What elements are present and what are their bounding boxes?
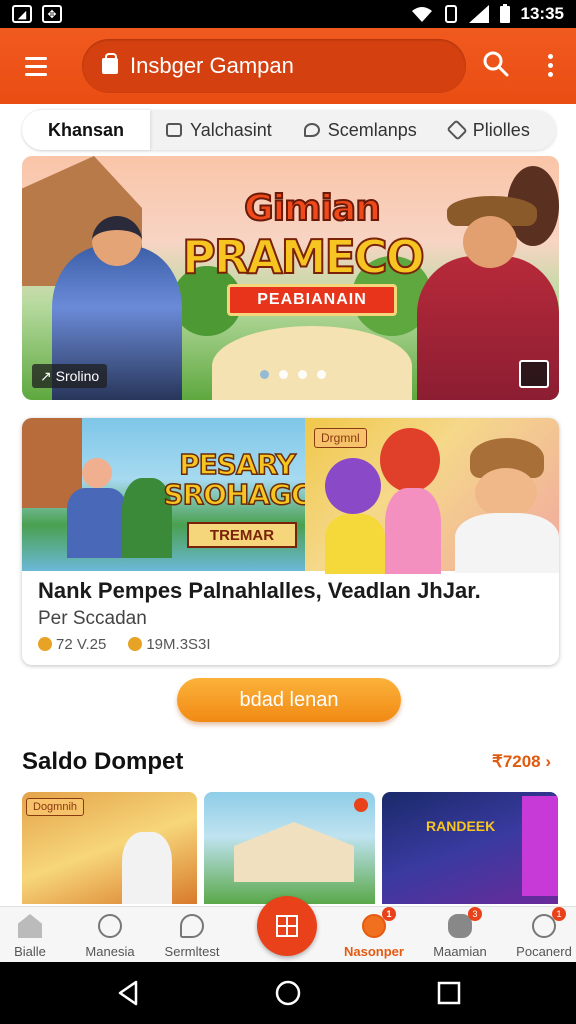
search-icon[interactable] (482, 50, 510, 78)
hero-logo-line2: PRAMECO (181, 229, 426, 285)
promo-art-subtitle: TREMAR (187, 522, 297, 548)
nav-item-messages[interactable]: 3 Maamian (420, 907, 500, 963)
recents-icon[interactable] (437, 981, 461, 1005)
thumbnail-card[interactable] (204, 792, 375, 904)
tag-icon (446, 119, 468, 141)
nav-item-home[interactable]: Bialle (0, 907, 70, 963)
promo-subtitle: Per Sccadan (38, 608, 147, 629)
thumbnail-card[interactable]: RANDEEK (382, 792, 558, 904)
search-text: Insbger Gampan (130, 53, 294, 78)
chat-icon (180, 914, 204, 938)
thumbnail-row: Dogmnih RANDEEK (22, 792, 576, 904)
tab-pliolles[interactable]: Pliolles (433, 110, 546, 150)
home-icon (18, 914, 42, 938)
leaf-icon (303, 123, 320, 137)
road-illustration (212, 326, 412, 400)
carousel-dots[interactable] (260, 370, 326, 379)
tab-yalchasint[interactable]: Yalchasint (150, 110, 288, 150)
promo-stats: 72 V.25 19M.3S3I (38, 636, 211, 653)
thumbnail-card[interactable]: Dogmnih (22, 792, 197, 904)
cast-icon[interactable] (519, 360, 549, 388)
hero-banner[interactable]: Gimian PRAMECO PEABIANAIN ↗ Srolino (22, 156, 559, 400)
menu-button[interactable] (8, 38, 64, 94)
vibrate-icon (444, 5, 457, 23)
carousel-dot[interactable] (317, 370, 326, 379)
nav-item-search[interactable]: Manesia (70, 907, 150, 963)
search-bar[interactable]: Insbger Gampan (82, 39, 466, 93)
center-action-button[interactable] (257, 896, 317, 956)
search-icon (98, 914, 122, 938)
more-options-icon[interactable] (540, 50, 560, 80)
hero-ribbon: PEABIANAIN (227, 284, 397, 316)
hero-logo-line1: Gimian (243, 187, 382, 230)
message-icon (166, 123, 183, 137)
cta-button[interactable]: bdad lenan (177, 678, 401, 722)
carousel-dot[interactable] (298, 370, 307, 379)
battery-icon (499, 4, 510, 23)
screenshot-icon: ◢ (12, 5, 32, 23)
category-tabs: Khansan Yalchasint Scemlanps Pliolles (22, 110, 556, 150)
thumbnail-title: RANDEEK (426, 818, 496, 834)
promo-tag: Drgmnl (314, 428, 367, 448)
tab-scemlanps[interactable]: Scemlanps (288, 110, 433, 150)
carousel-dot[interactable] (279, 370, 288, 379)
promo-card[interactable]: PESARY SROHAGC TREMAR Drgmnl Nank Pempes… (22, 418, 559, 665)
signal-icon (468, 5, 489, 23)
coin-icon (38, 637, 52, 651)
thumbnail-tag: Dogmnih (26, 798, 85, 816)
status-bar: ◢ ✥ 13:35 (0, 0, 576, 28)
section-title: Saldo Dompet (22, 748, 184, 775)
hamburger-icon (25, 56, 47, 60)
section-link[interactable]: ₹7208 › (492, 752, 551, 772)
coin-icon (128, 637, 143, 651)
promo-art-title: PESARY SROHAGC (163, 448, 313, 511)
home-circle-icon[interactable] (275, 980, 301, 1006)
clock: 13:35 (520, 4, 564, 23)
tab-khansan[interactable]: Khansan (22, 110, 151, 150)
gallery-icon: ✥ (42, 5, 62, 23)
wifi-icon (411, 7, 432, 22)
promo-title: Nank Pempes Palnahlalles, Veadlan JhJar. (38, 578, 481, 603)
nav-item-chat[interactable]: Sermltest (152, 907, 232, 963)
system-navigation-bar (0, 962, 576, 1024)
nav-item-profile[interactable]: 1 Pocanerd (504, 907, 576, 963)
back-icon[interactable] (116, 980, 140, 1006)
nav-item-nasonper[interactable]: 1 Nasonper (334, 907, 414, 963)
carousel-dot[interactable] (260, 370, 269, 379)
shopping-bag-icon (102, 53, 118, 74)
grid-icon (276, 915, 298, 937)
hero-badge: ↗ Srolino (32, 364, 108, 388)
